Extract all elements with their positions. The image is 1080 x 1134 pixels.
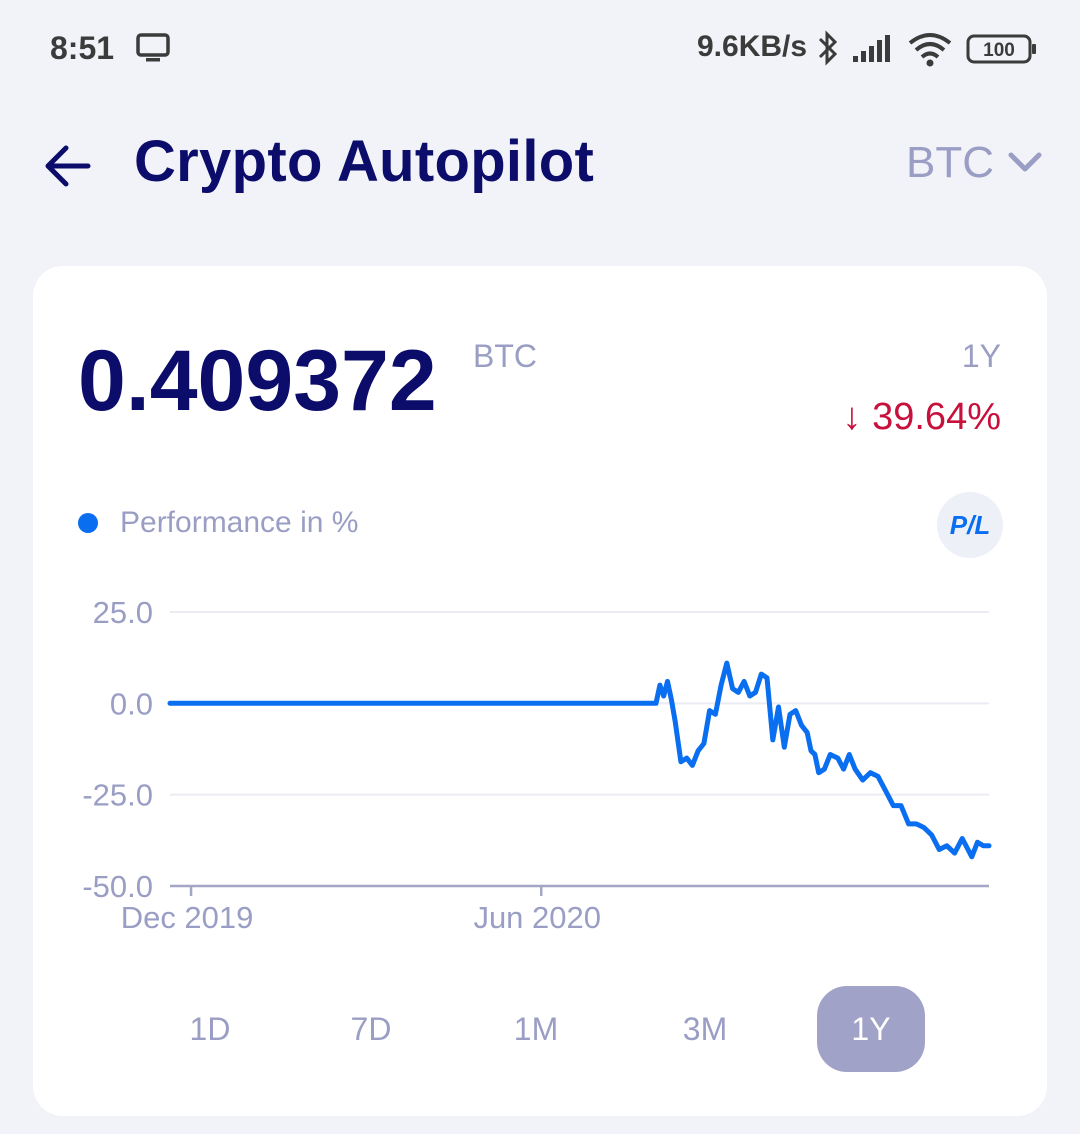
y-tick-label: -50.0 <box>82 869 153 904</box>
back-arrow-icon[interactable] <box>44 142 92 190</box>
screen-cast-icon <box>136 33 170 62</box>
series-line-performance <box>167 660 992 860</box>
battery-icon: 100 <box>966 34 1036 64</box>
signal-icon <box>853 35 890 62</box>
battery-level: 100 <box>983 40 1015 61</box>
x-tick-label: Jun 2020 <box>473 900 601 935</box>
status-time: 8:51 <box>50 30 115 66</box>
chevron-down-icon <box>1008 152 1042 172</box>
y-tick-label: 25.0 <box>93 595 153 630</box>
y-tick-label: -25.0 <box>82 778 153 813</box>
tab-3m[interactable]: 3M <box>651 986 759 1072</box>
tab-1d[interactable]: 1D <box>156 986 264 1072</box>
tab-7d[interactable]: 7D <box>317 986 425 1072</box>
wifi-icon <box>908 33 952 67</box>
tab-1y[interactable]: 1Y <box>817 986 925 1072</box>
performance-card: 0.409372 BTC 1Y ↓ 39.64% Performance in … <box>33 266 1047 1116</box>
bluetooth-icon <box>818 30 838 66</box>
currency-dropdown[interactable]: BTC <box>906 138 1042 188</box>
x-tick-label: Dec 2019 <box>121 900 254 935</box>
network-speed: 9.6KB/s <box>697 30 808 63</box>
performance-chart: 25.0 0.0 -25.0 -50.0Dec 2019 Jun 2020 <box>82 595 992 935</box>
page-title: Crypto Autopilot <box>134 129 595 194</box>
range-tabs: 1D 7D 1M 3M 1Y <box>33 986 1047 1072</box>
y-tick-label: 0.0 <box>110 686 153 721</box>
status-bar: 8:51 9.6KB/s 100 <box>0 0 1080 100</box>
currency-label: BTC <box>906 138 994 187</box>
tab-1m[interactable]: 1M <box>482 986 590 1072</box>
